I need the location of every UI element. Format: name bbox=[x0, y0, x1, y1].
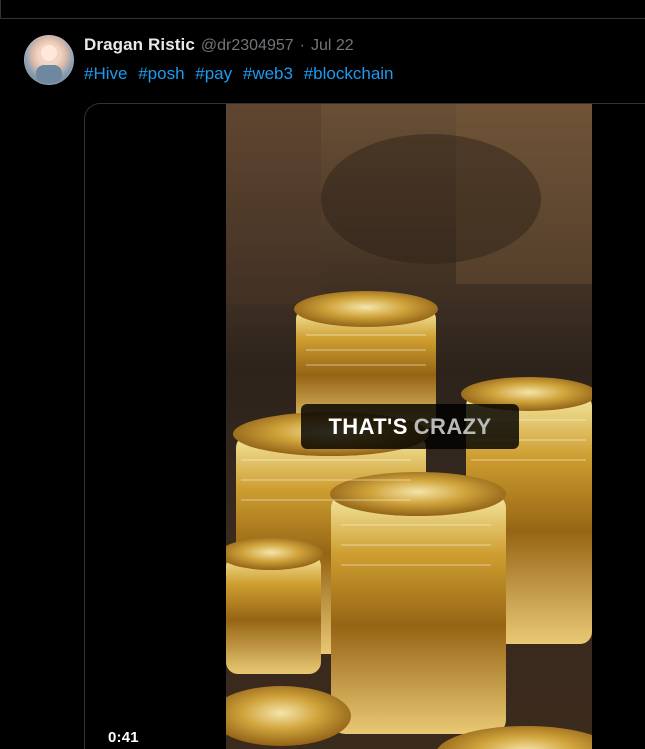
display-name[interactable]: Dragan Ristic bbox=[84, 35, 195, 55]
hashtag-blockchain[interactable]: #blockchain bbox=[304, 64, 394, 83]
hashtag-hive[interactable]: #Hive bbox=[84, 64, 127, 83]
separator-dot: · bbox=[299, 37, 305, 54]
hashtag-posh[interactable]: #posh bbox=[138, 64, 184, 83]
hashtag-pay[interactable]: #pay bbox=[195, 64, 232, 83]
hashtags: #Hive #posh #pay #web3 #blockchain bbox=[84, 64, 400, 84]
caption-crazy: CRAZY bbox=[413, 413, 492, 439]
video-player[interactable]: THAT'S CRAZY bbox=[226, 104, 592, 749]
screen: Dragan Ristic @dr2304957 · Jul 22 #Hive … bbox=[0, 0, 645, 749]
tweet-card[interactable]: Dragan Ristic @dr2304957 · Jul 22 #Hive … bbox=[0, 19, 645, 749]
tweet-header: Dragan Ristic @dr2304957 · Jul 22 bbox=[84, 35, 354, 57]
post-date[interactable]: Jul 22 bbox=[311, 37, 354, 55]
caption-thats: THAT'S bbox=[328, 413, 408, 439]
avatar[interactable] bbox=[24, 35, 74, 85]
hashtag-web3[interactable]: #web3 bbox=[243, 64, 293, 83]
video-timestamp: 0:41 bbox=[108, 729, 139, 746]
media-frame[interactable]: THAT'S CRAZY bbox=[84, 103, 645, 749]
handle[interactable]: @dr2304957 bbox=[201, 37, 294, 55]
video-caption: THAT'S CRAZY bbox=[301, 404, 519, 449]
